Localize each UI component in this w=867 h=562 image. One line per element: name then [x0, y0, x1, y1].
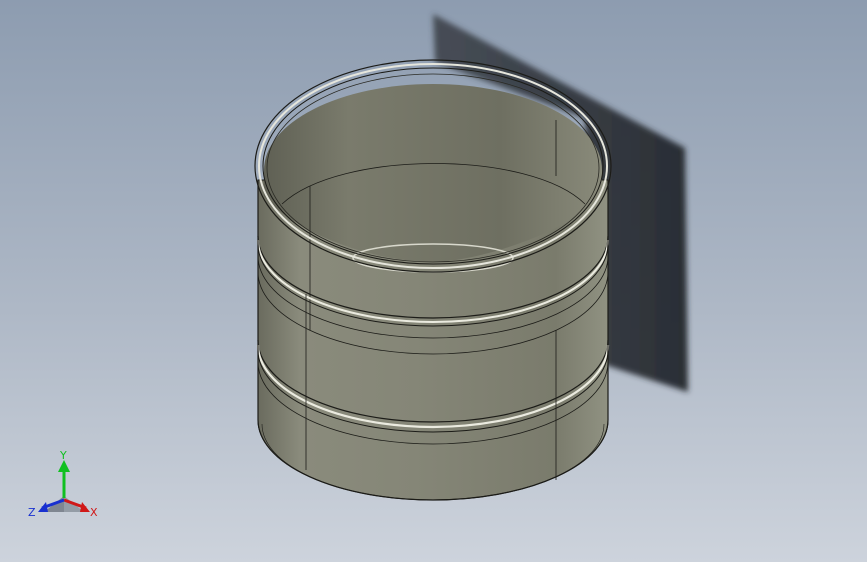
- z-axis-label: Z: [28, 506, 36, 519]
- x-axis-arrow-icon: [80, 502, 90, 512]
- y-axis-label: Y: [59, 449, 67, 462]
- 3d-viewport[interactable]: Y X Z: [0, 0, 867, 562]
- x-axis-label: X: [90, 506, 98, 519]
- coordinate-triad[interactable]: Y X Z: [22, 446, 108, 526]
- model-scene[interactable]: [0, 0, 867, 562]
- z-axis-arrow-icon: [38, 502, 48, 512]
